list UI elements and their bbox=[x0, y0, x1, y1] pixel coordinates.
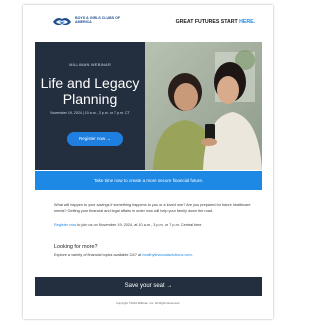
more-heading: Looking for more? bbox=[54, 244, 98, 250]
register-button[interactable]: Register now → bbox=[67, 132, 123, 146]
email-header: BOYS & GIRLS CLUBS OF AMERICA GREAT FUTU… bbox=[23, 5, 273, 39]
email-frame: BOYS & GIRLS CLUBS OF AMERICA GREAT FUTU… bbox=[23, 5, 273, 319]
tagline-accent: HERE. bbox=[239, 19, 255, 25]
hero-text-panel: MILLIMAN WEBINAR Life and Legacy Plannin… bbox=[35, 42, 145, 170]
tagline-main: GREAT FUTURES START bbox=[175, 19, 240, 25]
info-banner: Take time now to create a more secure fi… bbox=[35, 171, 262, 190]
club-logo-icon bbox=[53, 18, 71, 26]
hero-title: Life and Legacy Planning bbox=[40, 75, 140, 107]
register-paragraph-text: to join us on November 19, 2024, at 10 a… bbox=[76, 223, 203, 227]
more-paragraph-text: Explore a variety of financial topics av… bbox=[54, 253, 143, 257]
intro-paragraph: What will happen to your savings if some… bbox=[54, 203, 251, 213]
register-paragraph: Register now to join us on November 19, … bbox=[54, 223, 254, 229]
register-link[interactable]: Register now bbox=[54, 223, 76, 227]
hero-photo bbox=[145, 42, 262, 170]
save-seat-button[interactable]: Save your seat → bbox=[35, 277, 262, 296]
webinar-label: MILLIMAN WEBINAR bbox=[69, 62, 111, 67]
more-paragraph-end: . bbox=[191, 253, 193, 257]
hero-section: MILLIMAN WEBINAR Life and Legacy Plannin… bbox=[35, 42, 262, 170]
website-link[interactable]: healthyfinancialsolutions.com bbox=[142, 253, 191, 257]
more-paragraph: Explore a variety of financial topics av… bbox=[54, 253, 254, 259]
logo: BOYS & GIRLS CLUBS OF AMERICA bbox=[51, 13, 141, 31]
logo-text: BOYS & GIRLS CLUBS OF AMERICA bbox=[75, 16, 121, 25]
tagline: GREAT FUTURES START HERE. bbox=[176, 19, 255, 25]
copyright-footer: Copyright ©2024 Milliman, Inc. All Right… bbox=[115, 301, 181, 305]
webinar-date: November 19, 2024 | 10 a.m., 3 p.m. or 7… bbox=[50, 111, 130, 115]
